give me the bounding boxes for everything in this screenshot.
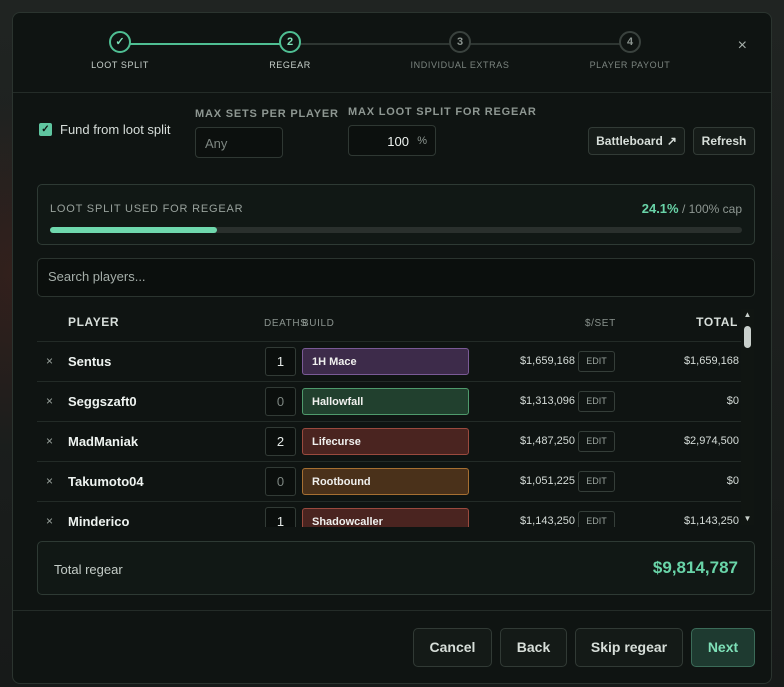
total-regear-label: Total regear [54, 562, 123, 577]
max-loot-split-label: MAX LOOT SPLIT FOR REGEAR [348, 106, 537, 118]
usage-percent: 24.1% [641, 201, 679, 216]
loot-split-usage-panel: LOOT SPLIT USED FOR REGEAR 24.1% / 100% … [37, 184, 755, 245]
next-button[interactable]: Next [691, 628, 755, 667]
player-name: Seggszaft0 [68, 394, 137, 409]
table-row: × Sentus 1 1H Mace $1,659,168 EDIT $1,65… [37, 341, 741, 382]
step-label-2: REGEAR [269, 60, 311, 70]
refresh-button[interactable]: Refresh [693, 127, 755, 155]
battleboard-label: Battleboard [596, 134, 663, 148]
search-players-input[interactable]: Search players... [37, 258, 755, 297]
remove-player-icon[interactable]: × [46, 514, 53, 527]
player-name: Takumoto04 [68, 474, 144, 489]
price-per-set: $1,051,225 [519, 475, 575, 487]
price-per-set: $1,659,168 [519, 355, 575, 367]
max-sets-label: MAX SETS PER PLAYER [195, 108, 339, 120]
build-select[interactable]: Lifecurse [302, 428, 469, 455]
player-name: Sentus [68, 354, 112, 369]
edit-price-button[interactable]: EDIT [578, 471, 615, 492]
header-total: TOTAL [696, 315, 738, 329]
price-per-set: $1,143,250 [519, 515, 575, 527]
max-sets-input[interactable]: Any [195, 127, 283, 158]
scroll-up-icon[interactable]: ▲ [741, 309, 754, 321]
deaths-input[interactable]: 0 [265, 467, 296, 496]
row-total: $1,143,250 [683, 515, 739, 527]
edit-price-button[interactable]: EDIT [578, 391, 615, 412]
edit-price-button[interactable]: EDIT [578, 511, 615, 527]
fund-from-loot-split-checkbox[interactable]: ✓ Fund from loot split [39, 122, 171, 137]
scroll-down-icon[interactable]: ▼ [741, 513, 754, 525]
step-label-1: LOOT SPLIT [91, 60, 149, 70]
build-select[interactable]: Hallowfall [302, 388, 469, 415]
header-build: BUILD [302, 318, 335, 329]
scroll-thumb[interactable] [744, 326, 751, 348]
step-circle-1: ✓ [109, 31, 131, 53]
step-circle-3: 3 [449, 31, 471, 53]
table-row: × MadManiak 2 Lifecurse $1,487,250 EDIT … [37, 421, 741, 462]
step-regear[interactable]: 2 REGEAR [220, 31, 360, 70]
stepper: ✓ LOOT SPLIT 2 REGEAR 3 INDIVIDUAL EXTRA… [13, 13, 773, 93]
build-select[interactable]: 1H Mace [302, 348, 469, 375]
build-select[interactable]: Shadowcaller [302, 508, 469, 527]
footer-divider [13, 610, 771, 611]
edit-price-button[interactable]: EDIT [578, 351, 615, 372]
deaths-input[interactable]: 2 [265, 427, 296, 456]
step-individual-extras[interactable]: 3 INDIVIDUAL EXTRAS [390, 31, 530, 70]
table-header: PLAYER DEATHS BUILD $/SET TOTAL [37, 309, 741, 341]
players-table-body: × Sentus 1 1H Mace $1,659,168 EDIT $1,65… [37, 341, 741, 527]
step-loot-split[interactable]: ✓ LOOT SPLIT [50, 31, 190, 70]
battleboard-button[interactable]: Battleboard ↗ [588, 127, 685, 155]
remove-player-icon[interactable]: × [46, 354, 53, 368]
build-select[interactable]: Rootbound [302, 468, 469, 495]
table-row: × Minderico 1 Shadowcaller $1,143,250 ED… [37, 501, 741, 527]
table-row: × Seggszaft0 0 Hallowfall $1,313,096 EDI… [37, 381, 741, 422]
remove-player-icon[interactable]: × [46, 394, 53, 408]
header-per-set: $/SET [585, 318, 616, 329]
fund-from-loot-split-label: Fund from loot split [60, 122, 171, 137]
usage-cap: / 100% cap [681, 202, 742, 216]
back-button[interactable]: Back [500, 628, 567, 667]
total-regear-value: $9,814,787 [652, 558, 738, 577]
player-name: MadManiak [68, 434, 139, 449]
player-name: Minderico [68, 514, 130, 527]
deaths-input[interactable]: 1 [265, 507, 296, 527]
step-label-4: PLAYER PAYOUT [589, 60, 671, 70]
external-link-icon: ↗ [666, 134, 677, 148]
max-loot-split-value: 100 [387, 134, 409, 149]
row-total: $0 [726, 395, 739, 407]
close-icon[interactable]: × [738, 37, 747, 55]
step-circle-2: 2 [279, 31, 301, 53]
checkbox-check-icon: ✓ [39, 123, 52, 136]
remove-player-icon[interactable]: × [46, 474, 53, 488]
remove-player-icon[interactable]: × [46, 434, 53, 448]
price-per-set: $1,487,250 [519, 435, 575, 447]
skip-regear-button[interactable]: Skip regear [575, 628, 683, 667]
regear-modal: ✓ LOOT SPLIT 2 REGEAR 3 INDIVIDUAL EXTRA… [12, 12, 772, 684]
loot-split-usage-value: 24.1% / 100% cap [642, 201, 742, 216]
table-scrollbar[interactable]: ▲ ▼ [741, 309, 754, 525]
step-label-3: INDIVIDUAL EXTRAS [410, 60, 510, 70]
total-regear-panel: Total regear $9,814,787 [37, 541, 755, 595]
cancel-button[interactable]: Cancel [413, 628, 492, 667]
step-circle-4: 4 [619, 31, 641, 53]
usage-progress-fill [50, 227, 217, 233]
table-row: × Takumoto04 0 Rootbound $1,051,225 EDIT… [37, 461, 741, 502]
row-total: $2,974,500 [683, 435, 739, 447]
step-player-payout[interactable]: 4 PLAYER PAYOUT [560, 31, 700, 70]
header-player: PLAYER [68, 315, 120, 329]
deaths-input[interactable]: 1 [265, 347, 296, 376]
edit-price-button[interactable]: EDIT [578, 431, 615, 452]
max-loot-split-input[interactable]: 100 % [348, 125, 436, 156]
price-per-set: $1,313,096 [519, 395, 575, 407]
usage-progress-track [50, 227, 742, 233]
loot-split-usage-label: LOOT SPLIT USED FOR REGEAR [50, 203, 244, 215]
deaths-input[interactable]: 0 [265, 387, 296, 416]
row-total: $0 [726, 475, 739, 487]
header-deaths: DEATHS [264, 318, 308, 329]
header-divider [13, 92, 771, 93]
percent-unit: % [417, 135, 427, 147]
row-total: $1,659,168 [683, 355, 739, 367]
